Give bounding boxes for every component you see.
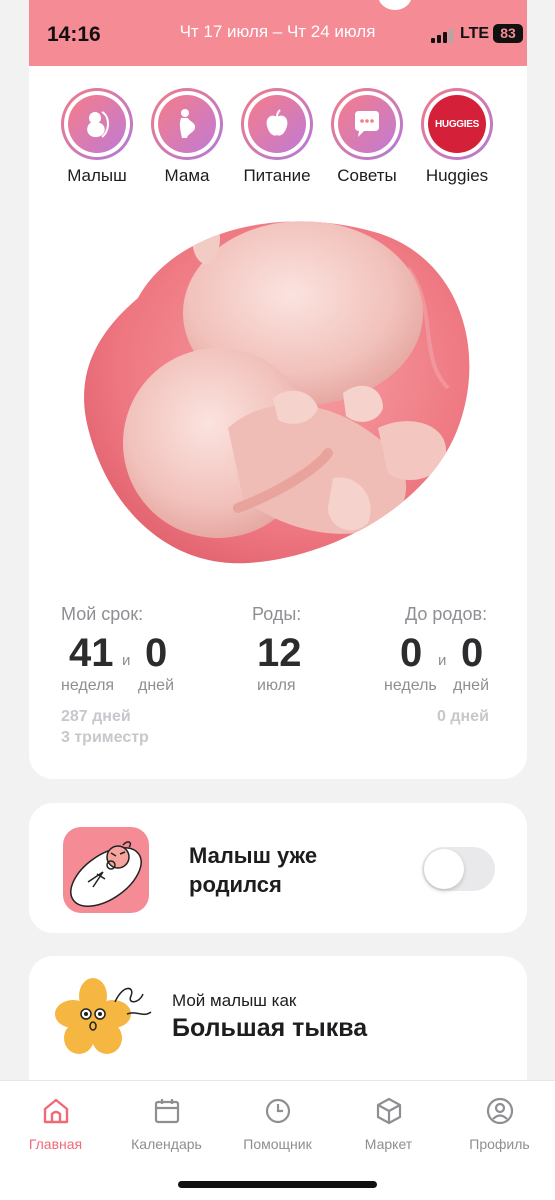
until-weeks-value: 0: [400, 631, 423, 675]
clock-icon: [265, 1098, 290, 1124]
tab-assistant[interactable]: Помощник: [222, 1095, 333, 1152]
baby-size-card[interactable]: Мой малыш как Большая тыква: [29, 956, 527, 1080]
baby-born-card: Малыш уже родился: [29, 803, 527, 933]
until-label: До родов:: [405, 604, 488, 624]
category-label: Малыш: [67, 166, 127, 185]
network-label: LTE: [460, 25, 490, 42]
until-and: и: [438, 652, 447, 669]
profile-icon: [486, 1097, 513, 1125]
category-tips[interactable]: Советы: [322, 88, 412, 186]
home-indicator[interactable]: [178, 1181, 377, 1188]
term-days-value: 0: [145, 631, 168, 675]
flower-mascot-icon: [55, 978, 152, 1054]
baby-born-toggle[interactable]: [422, 847, 495, 891]
category-label: Huggies: [425, 166, 489, 185]
category-huggies[interactable]: HUGGIES Huggies: [412, 88, 502, 186]
until-weeks-unit: недель: [384, 677, 437, 694]
battery-icon: 83: [493, 24, 523, 43]
fetus-icon: [68, 95, 126, 153]
swaddled-baby-icon: [63, 827, 149, 913]
until-days-value: 0: [461, 631, 484, 675]
tab-calendar[interactable]: Календарь: [111, 1095, 222, 1152]
term-weeks-value: 41: [69, 631, 114, 675]
category-label: Советы: [337, 166, 397, 185]
tab-label: Маркет: [364, 1136, 413, 1152]
home-icon: [43, 1098, 68, 1124]
category-label: Питание: [243, 166, 311, 185]
tab-label: Профиль: [469, 1136, 530, 1152]
term-weeks-unit: неделя: [61, 677, 115, 694]
baby-born-title: Малыш уже родился: [189, 843, 318, 897]
baby-size-title: Большая тыква: [172, 1014, 368, 1042]
box-icon: [376, 1097, 401, 1125]
tab-label: Календарь: [131, 1136, 202, 1152]
category-mom[interactable]: Мама: [142, 88, 232, 186]
term-label: Мой срок:: [61, 604, 144, 624]
term-and: и: [122, 652, 131, 669]
apple-icon: [248, 95, 306, 153]
signal-icon: [431, 28, 453, 43]
category-label: Мама: [164, 166, 210, 185]
until-days-unit: дней: [453, 677, 490, 694]
tab-profile[interactable]: Профиль: [444, 1095, 555, 1152]
birth-day-value: 12: [257, 631, 302, 675]
trimester: 3 триместр: [61, 729, 149, 746]
category-nutrition[interactable]: Питание: [232, 88, 322, 186]
pregnant-woman-icon: [158, 95, 216, 153]
category-baby[interactable]: Малыш: [52, 88, 142, 186]
tab-label: Помощник: [243, 1136, 312, 1152]
term-total-days: 287 дней: [61, 708, 131, 725]
toggle-knob: [424, 849, 464, 889]
baby-size-subtitle: Мой малыш как: [172, 991, 297, 1010]
term-days-unit: дней: [138, 677, 175, 694]
chat-bubble-icon: [338, 95, 396, 153]
tab-label: Главная: [28, 1136, 83, 1152]
until-total-days: 0 дней: [437, 708, 489, 725]
birth-label: Роды:: [252, 604, 302, 624]
birth-month: июля: [257, 677, 296, 694]
tab-market[interactable]: Маркет: [333, 1095, 444, 1152]
calendar-icon: [154, 1099, 179, 1124]
fetus-illustration[interactable]: [78, 208, 478, 568]
tab-home[interactable]: Главная: [0, 1095, 111, 1152]
huggies-logo: HUGGIES: [428, 95, 486, 153]
